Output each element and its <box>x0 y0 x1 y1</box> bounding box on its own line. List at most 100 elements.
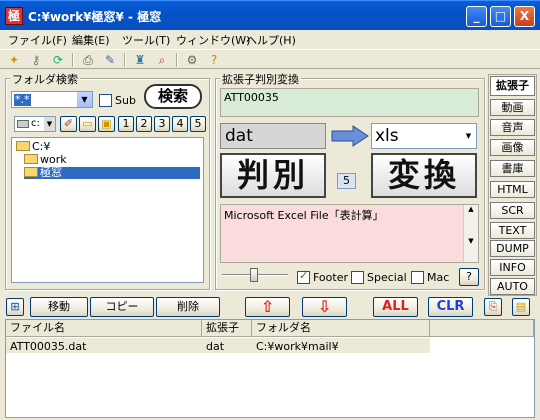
checkmark-icon: ✓ <box>299 269 309 282</box>
chevron-down-icon[interactable]: ▼ <box>44 117 55 131</box>
move-down-button[interactable]: ⇩ <box>302 297 347 317</box>
tree-label: 極窓 <box>40 166 62 179</box>
folder-icon <box>24 167 38 177</box>
settings-icon[interactable]: ⚙ <box>184 52 200 68</box>
clr-button[interactable]: CLR <box>428 297 473 317</box>
column-header-extension[interactable]: 拡張子 <box>202 320 252 337</box>
column-header-empty <box>430 320 534 337</box>
description-text: Microsoft Excel File「表計算」 <box>224 209 384 222</box>
tab-html[interactable]: HTML <box>490 181 535 198</box>
tab-dump[interactable]: DUMP <box>490 240 535 257</box>
judge-button[interactable]: 判別 <box>220 153 326 198</box>
search-icon[interactable]: ⌕ <box>154 52 170 68</box>
special-checkbox[interactable] <box>351 271 364 284</box>
row-filename: ATT00035.dat <box>10 340 87 353</box>
drive-combobox[interactable]: c: ▼ <box>14 116 56 132</box>
menu-edit[interactable]: 編集(E) <box>72 32 110 48</box>
tab-video[interactable]: 動画 <box>490 99 535 116</box>
toolbar-separator <box>124 53 126 67</box>
toolbar-separator <box>176 53 178 67</box>
folder-tree[interactable]: C:¥ work 極窓 <box>11 137 204 283</box>
key-icon[interactable]: ⚷ <box>28 52 44 68</box>
special-label: Special <box>367 271 407 284</box>
drive-icon <box>17 120 29 128</box>
pattern-combobox[interactable]: *.* ▼ <box>11 91 93 108</box>
sub-label: Sub <box>115 94 136 107</box>
app-icon: 極 <box>5 7 23 25</box>
export-icon[interactable]: ⎘ <box>484 298 502 316</box>
toolbar: ✦ ⚷ ⟳ ⎙ ✎ ♜ ⌕ ⚙ ? <box>0 49 540 69</box>
column-header-filename[interactable]: ファイル名 <box>6 320 202 337</box>
chevron-down-icon[interactable]: ▼ <box>77 92 92 107</box>
maximize-button[interactable]: □ <box>490 6 511 27</box>
window-title: C:¥work¥極窓¥ - 極窓 <box>28 10 162 24</box>
convert-button[interactable]: 変換 <box>371 153 477 198</box>
folder-icon <box>16 141 30 151</box>
scrollbar[interactable]: ▲ ▼ <box>463 205 478 262</box>
tab-audio[interactable]: 音声 <box>490 119 535 136</box>
print-icon[interactable]: ⎙ <box>80 52 96 68</box>
tab-info[interactable]: INFO <box>490 259 535 276</box>
file-list[interactable]: ファイル名 拡張子 フォルダ名 ATT00035.dat dat C:¥work… <box>5 319 535 418</box>
title-bar[interactable]: 極 C:¥work¥極窓¥ - 極窓 _ □ X <box>0 0 540 30</box>
menu-file[interactable]: ファイル(F) <box>8 32 67 48</box>
menu-window[interactable]: ウィンドウ(W) <box>176 32 250 48</box>
folder-number-4[interactable]: 4 <box>172 116 188 132</box>
menu-tools[interactable]: ツール(T) <box>122 32 170 48</box>
menu-bar: ファイル(F) 編集(E) ツール(T) ウィンドウ(W) ヘルプ(H) <box>0 30 540 49</box>
pattern-value: *.* <box>14 93 31 106</box>
window-icon[interactable]: ▤ <box>512 298 530 316</box>
sub-checkbox[interactable] <box>99 94 112 107</box>
delete-button[interactable]: 削除 <box>156 297 220 317</box>
to-extension-combobox[interactable]: xls ▼ <box>371 123 477 149</box>
tab-auto[interactable]: AUTO <box>490 278 535 295</box>
folder-icon[interactable]: ▣ <box>98 116 115 132</box>
move-button[interactable]: 移動 <box>30 297 88 317</box>
row-folder: C:¥work¥mail¥ <box>256 340 339 353</box>
mac-checkbox[interactable] <box>411 271 424 284</box>
bookmark-icon[interactable]: ✐ <box>60 116 77 132</box>
help-button[interactable]: ? <box>459 268 479 286</box>
extension-group-label: 拡張子判別変換 <box>220 71 301 87</box>
arrow-right-icon <box>331 125 369 147</box>
from-extension: dat <box>220 123 326 149</box>
column-header-folder[interactable]: フォルダ名 <box>252 320 430 337</box>
move-up-button[interactable]: ⇧ <box>245 297 290 317</box>
tree-item-root[interactable]: C:¥ <box>16 141 50 153</box>
new-icon[interactable]: ✦ <box>6 52 22 68</box>
tree-label: work <box>40 153 67 166</box>
folder-number-3[interactable]: 3 <box>154 116 170 132</box>
tree-label: C:¥ <box>32 140 51 153</box>
folder-icon <box>24 154 38 164</box>
toolbar-separator <box>72 53 74 67</box>
tab-archive[interactable]: 書庫 <box>490 160 535 177</box>
folder-number-2[interactable]: 2 <box>136 116 152 132</box>
trash-icon[interactable]: ♜ <box>132 52 148 68</box>
tab-extension[interactable]: 拡張子 <box>490 76 535 96</box>
footer-checkbox[interactable]: ✓ <box>297 269 310 284</box>
folder-number-5[interactable]: 5 <box>190 116 206 132</box>
menu-help[interactable]: ヘルプ(H) <box>246 32 296 48</box>
minimize-button[interactable]: _ <box>466 6 487 27</box>
copy-button[interactable]: コピー <box>90 297 154 317</box>
edit-icon[interactable]: ✎ <box>102 52 118 68</box>
tab-scr[interactable]: SCR <box>490 202 535 219</box>
chevron-down-icon[interactable]: ▼ <box>462 125 475 147</box>
help-icon[interactable]: ? <box>206 52 222 68</box>
tab-text[interactable]: TEXT <box>490 222 535 239</box>
drive-value: c: <box>31 118 40 129</box>
search-button[interactable]: 検索 <box>144 84 202 109</box>
tree-item-work[interactable]: work <box>24 154 67 166</box>
select-all-icon[interactable]: ⊞ <box>6 298 24 316</box>
all-button[interactable]: ALL <box>373 297 418 317</box>
row-extension: dat <box>206 340 225 353</box>
close-button[interactable]: X <box>514 6 535 27</box>
folder-open-icon[interactable]: ▭ <box>79 116 96 132</box>
slider-thumb[interactable] <box>250 268 258 282</box>
refresh-icon[interactable]: ⟳ <box>50 52 66 68</box>
footer-label: Footer <box>313 271 348 284</box>
tree-item-selected[interactable]: 極窓 <box>24 167 200 179</box>
folder-number-1[interactable]: 1 <box>118 116 134 132</box>
to-extension-value: xls <box>375 126 399 146</box>
tab-image[interactable]: 画像 <box>490 139 535 156</box>
